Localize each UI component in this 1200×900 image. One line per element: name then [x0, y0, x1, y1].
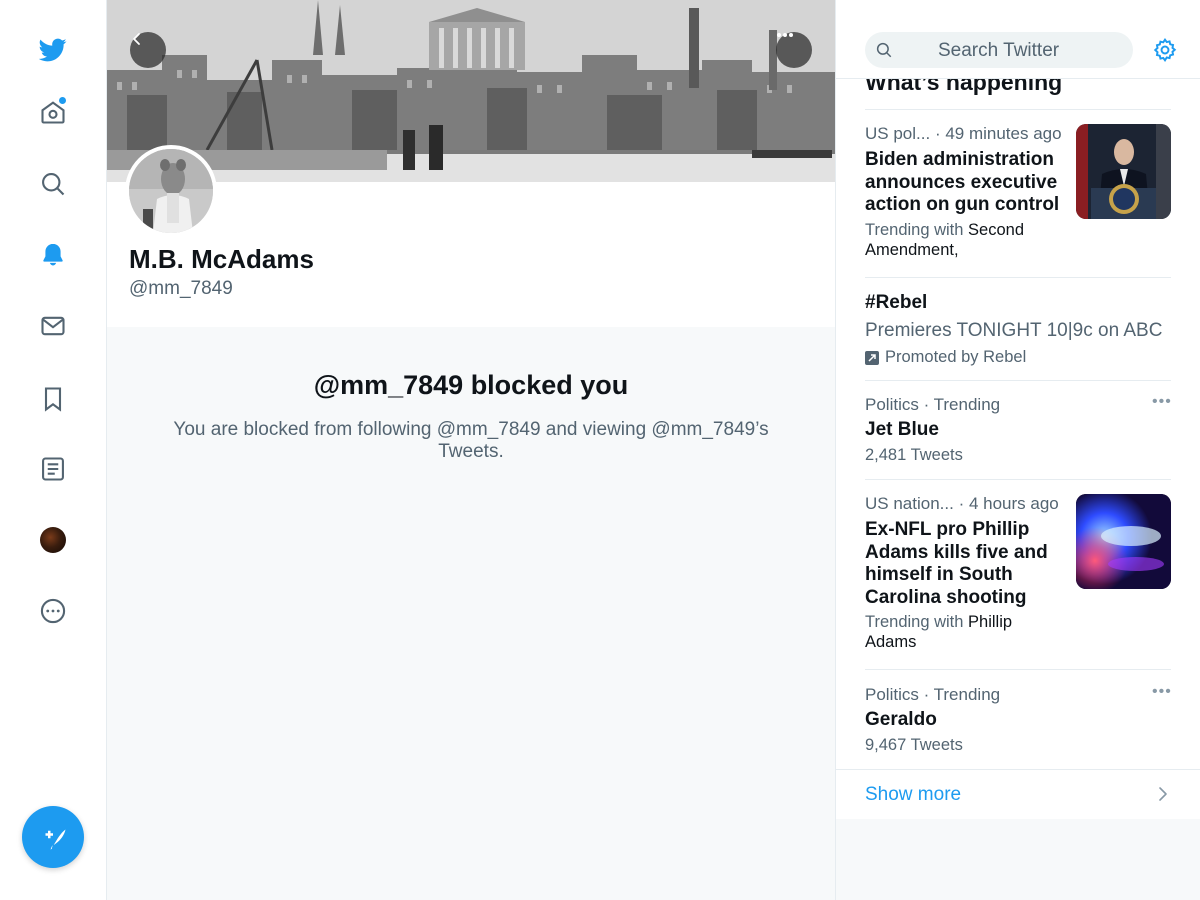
show-more-link[interactable]: Show more [865, 784, 961, 806]
profile-more-button[interactable] [776, 32, 812, 68]
profile-banner-image [107, 0, 835, 182]
news-thumbnail-image [1076, 124, 1171, 219]
mail-icon[interactable] [34, 307, 72, 345]
search-icon [876, 42, 892, 58]
trend-count: 9,467 Tweets [865, 736, 963, 754]
search-input[interactable]: Search Twitter [865, 32, 1133, 68]
profile-column: M.B. McAdams @mm_7849 @mm_7849 blocked y… [107, 0, 836, 900]
trend-name: Jet Blue [865, 419, 939, 440]
trend-count: 2,481 Tweets [865, 446, 963, 464]
trend-description: Premieres TONIGHT 10|9c on ABC [865, 320, 1163, 341]
trend-name: #Rebel [865, 292, 928, 313]
trend-context: Politics · Trending [865, 685, 1001, 704]
search-icon[interactable] [34, 165, 72, 203]
trend-meta: US nation... · 4 hours ago [865, 494, 1059, 513]
twitter-logo-icon[interactable] [34, 31, 72, 69]
divider [865, 380, 1171, 381]
more-icon[interactable] [34, 592, 72, 630]
news-thumbnail-image [1076, 494, 1171, 589]
trend-trending-with: Trending with Second Amendment, [865, 221, 1024, 259]
promoted-label: Promoted by Rebel [865, 348, 1026, 367]
back-button[interactable] [130, 32, 166, 68]
blocked-description: You are blocked from following @mm_7849 … [173, 419, 769, 462]
search-placeholder: Search Twitter [938, 40, 1060, 61]
trend-more-icon[interactable]: ••• [1152, 393, 1172, 411]
profile-avatar-image[interactable] [125, 145, 217, 237]
divider [865, 479, 1171, 480]
whats-happening-heading: What’s happening [865, 79, 1063, 95]
trends-panel: What’s happening US pol... · 49 minutes … [836, 79, 1200, 768]
more-dots-icon [777, 33, 793, 37]
blocked-title: @mm_7849 blocked you [313, 370, 629, 400]
compose-tweet-button[interactable] [22, 806, 84, 868]
profile-handle: @mm_7849 [129, 278, 233, 299]
promoted-icon [865, 350, 879, 365]
trend-name: Geraldo [865, 709, 937, 730]
bookmark-icon[interactable] [34, 380, 72, 418]
chevron-right-icon [1159, 787, 1167, 801]
trend-meta: US pol... · 49 minutes ago [865, 124, 1062, 143]
divider [865, 277, 1171, 278]
profile-avatar[interactable] [34, 521, 72, 559]
sidebar-footer-area [836, 819, 1200, 900]
chevron-left-icon [133, 33, 140, 45]
bell-icon[interactable] [34, 236, 72, 274]
right-sidebar: Search Twitter What’s happening US pol..… [836, 0, 1200, 900]
trend-more-icon[interactable]: ••• [1152, 683, 1172, 701]
gear-icon[interactable] [1152, 37, 1178, 63]
show-more-row[interactable]: Show more [836, 769, 1200, 820]
trend-headline: Biden administration announces executive… [865, 149, 1060, 215]
home-icon[interactable] [34, 93, 72, 131]
notification-dot [59, 97, 66, 104]
compose-tweet-icon [45, 829, 66, 850]
list-icon[interactable] [34, 450, 72, 488]
trend-trending-with: Trending with Phillip Adams [865, 613, 1013, 651]
profile-display-name: M.B. McAdams [129, 244, 314, 274]
divider [865, 109, 1171, 110]
trend-context: Politics · Trending [865, 395, 1001, 414]
trend-headline: Ex-NFL pro Phillip Adams kills five and … [865, 519, 1048, 608]
divider [865, 669, 1171, 670]
left-navigation [0, 0, 107, 900]
